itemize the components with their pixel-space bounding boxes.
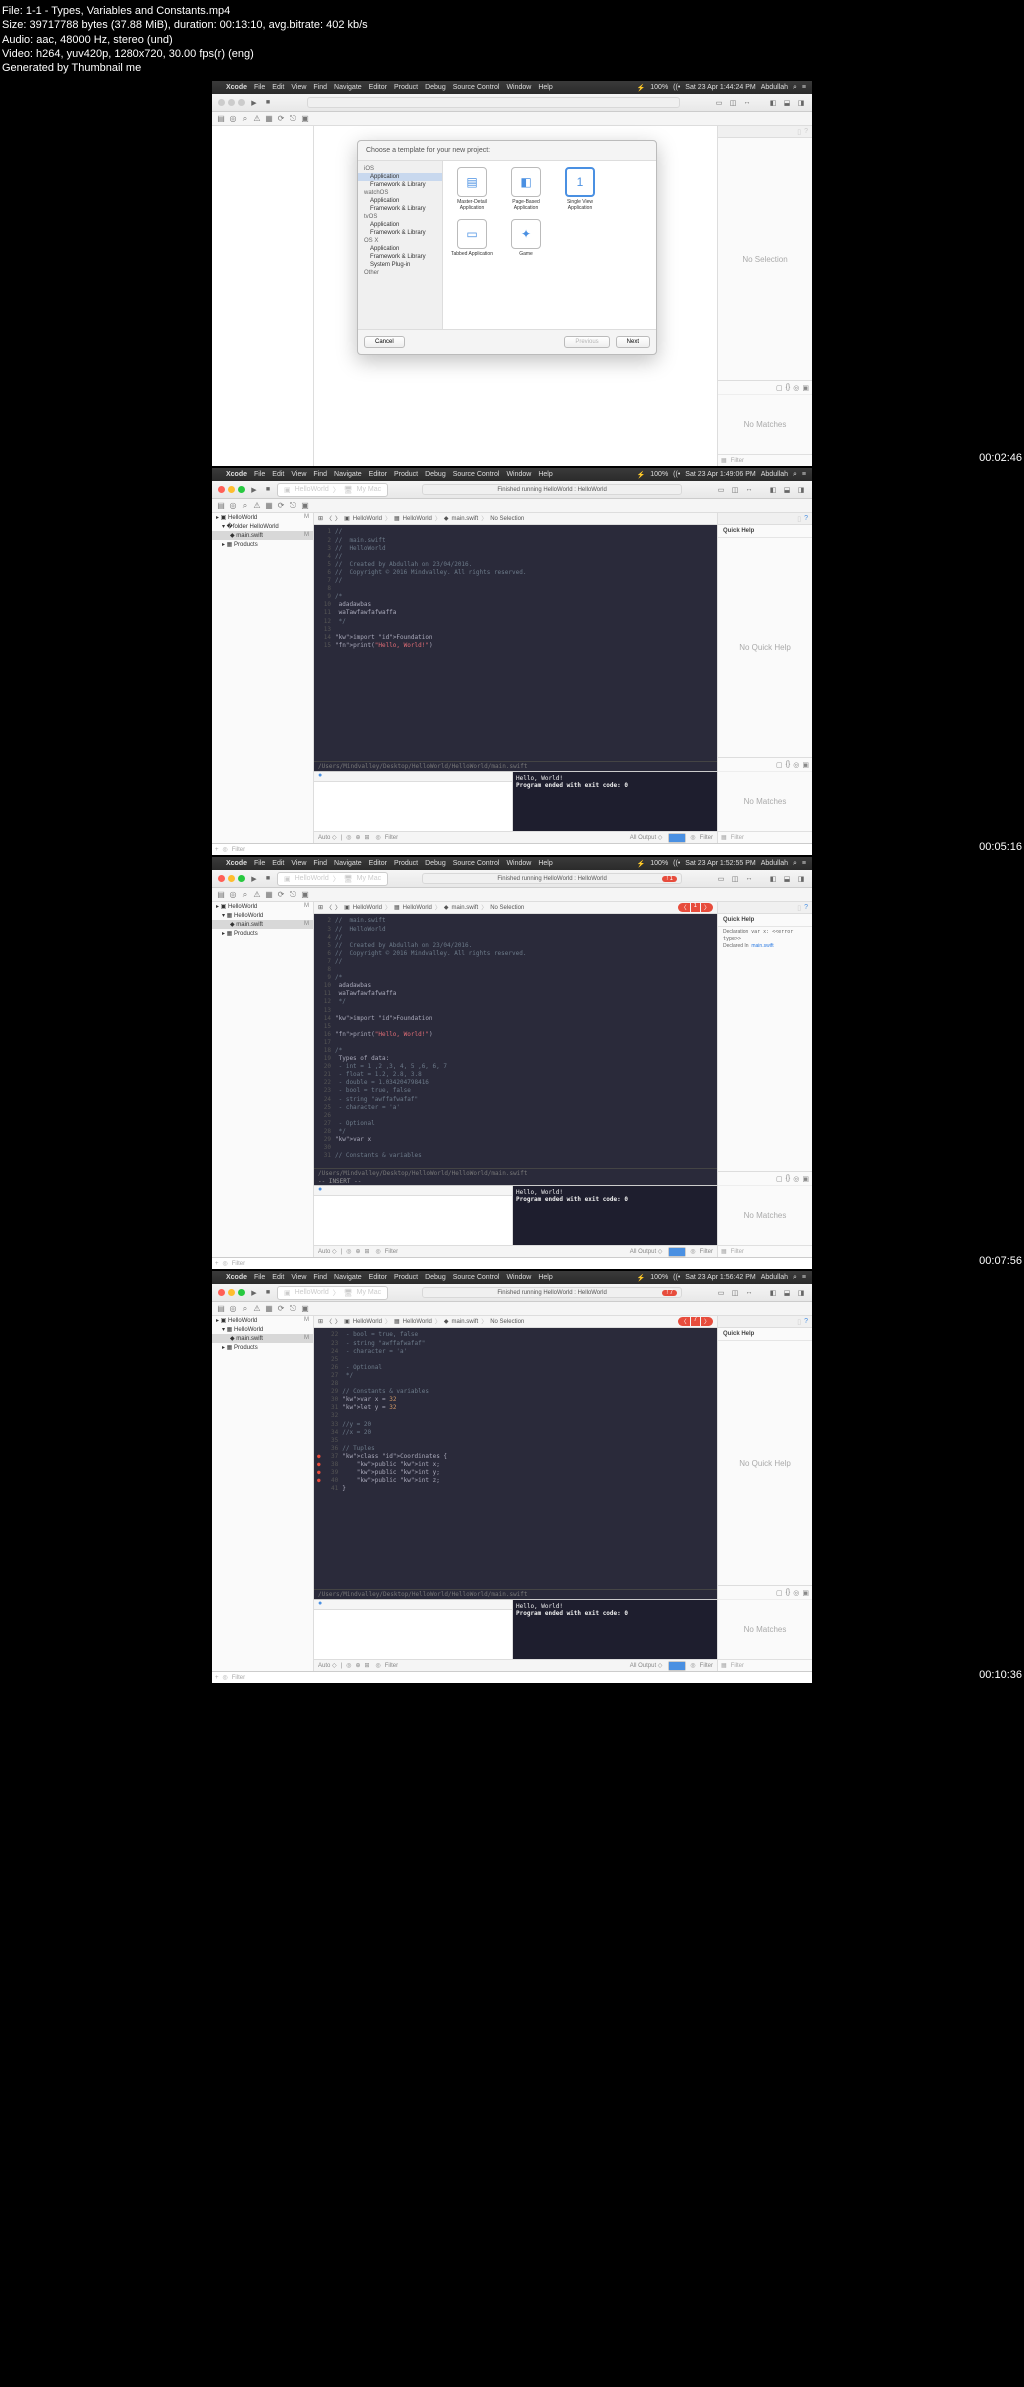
- code-editor[interactable]: 1// 2// main.swift 3// HelloWorld 4// 5/…: [314, 525, 717, 761]
- project-navigator[interactable]: ▸ ▣ HelloWorldM ▾ �folder HelloWorld ◆ m…: [212, 513, 314, 843]
- navigator-tabs[interactable]: ▤◎⌕⚠▦⟳⎋▣: [212, 112, 812, 126]
- stop-button[interactable]: ■: [263, 485, 273, 495]
- video-metadata: File: 1-1 - Types, Variables and Constan…: [0, 0, 1024, 79]
- status-bar: [307, 97, 680, 108]
- run-button[interactable]: ▶: [249, 98, 259, 108]
- bottom-panel-icon[interactable]: ⬓: [782, 98, 792, 108]
- cancel-button[interactable]: Cancel: [364, 336, 405, 348]
- scheme-selector[interactable]: ▣HelloWorld〉🖥My Mac: [277, 483, 388, 497]
- filter-icon: ▦: [721, 457, 727, 464]
- assistant-icon[interactable]: ◫: [728, 98, 738, 108]
- search-icon[interactable]: ⌕: [793, 84, 797, 92]
- window-toolbar: ▶ ■ ▭ ◫ ↔ ◧ ⬓ ◨: [212, 94, 812, 112]
- next-button[interactable]: Next: [616, 336, 650, 348]
- wifi-icon: ((•: [673, 84, 680, 91]
- notif-icon[interactable]: ≡: [802, 84, 806, 91]
- editor-mode-icon[interactable]: ▭: [714, 98, 724, 108]
- battery-icon: ⚡: [637, 84, 646, 92]
- sheet-title: Choose a template for your new project:: [358, 141, 656, 160]
- code-editor[interactable]: 2// main.swift 3// HelloWorld 4// 5// Cr…: [314, 914, 717, 1168]
- version-icon[interactable]: ↔: [742, 98, 752, 108]
- right-panel-icon[interactable]: ◨: [796, 98, 806, 108]
- stop-button[interactable]: ■: [263, 98, 273, 108]
- utilities: ▯? No Selection ▢{}◎▣ No Matches ▦Filter: [717, 126, 812, 466]
- navigator: [212, 126, 314, 466]
- code-editor[interactable]: 22 - bool = true, false 23 - string "awf…: [314, 1328, 717, 1589]
- left-panel-icon[interactable]: ◧: [768, 98, 778, 108]
- traffic-lights[interactable]: [218, 99, 245, 106]
- jump-bar[interactable]: ⊞〈〉 ▣HelloWorld〉 ▦HelloWorld〉 ◆main.swif…: [314, 513, 717, 525]
- lib-icon[interactable]: ▢: [776, 384, 783, 392]
- run-button[interactable]: ▶: [249, 485, 259, 495]
- menubar: XcodeFileEditViewFindNavigateEditorProdu…: [212, 81, 812, 94]
- template-categories[interactable]: iOS Application Framework & Library watc…: [358, 161, 443, 329]
- debug-area: ● Hello, World!Program ended with exit c…: [314, 771, 717, 831]
- previous-button[interactable]: Previous: [564, 336, 609, 348]
- file-inspector-icon[interactable]: ▯: [797, 128, 801, 136]
- menubar-menus[interactable]: XcodeFileEditViewFindNavigateEditorProdu…: [226, 84, 553, 91]
- help-inspector-icon[interactable]: ?: [804, 128, 808, 135]
- console[interactable]: Hello, World!Program ended with exit cod…: [513, 772, 717, 831]
- new-project-sheet: Choose a template for your new project: …: [357, 140, 657, 355]
- template-grid[interactable]: ▤Master-Detail Application ◧Page-Based A…: [443, 161, 656, 329]
